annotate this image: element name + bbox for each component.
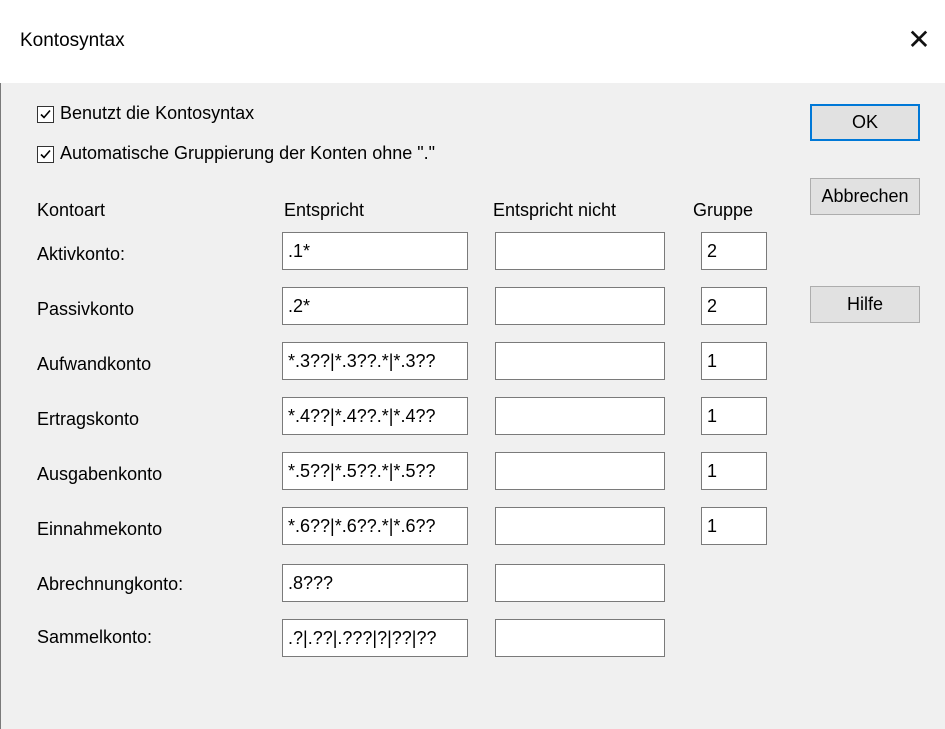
window-border — [0, 83, 1, 729]
no-match-field-sammelkonto[interactable] — [495, 619, 665, 657]
row-label-sammelkonto: Sammelkonto: — [37, 627, 153, 647]
header-match: Entspricht — [284, 200, 365, 220]
row-label-passivkonto: Passivkonto — [37, 299, 135, 319]
header-no-match: Entspricht nicht — [493, 200, 617, 220]
ok-button[interactable]: OK — [810, 104, 920, 141]
match-field-aufwandkonto[interactable]: *.3??|*.3??.*|*.3?? — [282, 342, 468, 380]
close-button[interactable]: ✕ — [893, 14, 945, 66]
checkmark-icon — [40, 109, 51, 119]
match-field-abrechnungkonto[interactable]: .8??? — [282, 564, 468, 602]
window-title: Kontosyntax — [20, 30, 125, 51]
no-match-field-passivkonto[interactable] — [495, 287, 665, 325]
match-field-einnahmekonto[interactable]: *.6??|*.6??.*|*.6?? — [282, 507, 468, 545]
use-syntax-label: Benutzt die Kontosyntax — [60, 103, 255, 123]
group-field-aufwandkonto[interactable]: 1 — [701, 342, 767, 380]
close-icon: ✕ — [907, 24, 931, 55]
cancel-button[interactable]: Abbrechen — [810, 178, 920, 215]
header-group: Gruppe — [693, 200, 754, 220]
row-label-aktivkonto: Aktivkonto: — [37, 244, 126, 264]
row-label-einnahmekonto: Einnahmekonto — [37, 519, 163, 539]
no-match-field-aktivkonto[interactable] — [495, 232, 665, 270]
no-match-field-ausgabenkonto[interactable] — [495, 452, 665, 490]
group-field-passivkonto[interactable]: 2 — [701, 287, 767, 325]
match-field-ausgabenkonto[interactable]: *.5??|*.5??.*|*.5?? — [282, 452, 468, 490]
group-field-ertragskonto[interactable]: 1 — [701, 397, 767, 435]
match-field-aktivkonto[interactable]: .1* — [282, 232, 468, 270]
group-field-einnahmekonto[interactable]: 1 — [701, 507, 767, 545]
row-label-ausgabenkonto: Ausgabenkonto — [37, 464, 163, 484]
match-field-sammelkonto[interactable]: .?|.??|.???|?|??|?? — [282, 619, 468, 657]
auto-group-label: Automatische Gruppierung der Konten ohne… — [60, 143, 436, 163]
no-match-field-ertragskonto[interactable] — [495, 397, 665, 435]
group-field-ausgabenkonto[interactable]: 1 — [701, 452, 767, 490]
help-button[interactable]: Hilfe — [810, 286, 920, 323]
checkmark-icon — [40, 149, 51, 159]
use-syntax-checkbox[interactable] — [37, 106, 54, 123]
match-field-passivkonto[interactable]: .2* — [282, 287, 468, 325]
auto-group-checkbox[interactable] — [37, 146, 54, 163]
match-field-ertragskonto[interactable]: *.4??|*.4??.*|*.4?? — [282, 397, 468, 435]
no-match-field-aufwandkonto[interactable] — [495, 342, 665, 380]
group-field-aktivkonto[interactable]: 2 — [701, 232, 767, 270]
title-bar: Kontosyntax ✕ — [0, 0, 945, 83]
no-match-field-einnahmekonto[interactable] — [495, 507, 665, 545]
row-label-ertragskonto: Ertragskonto — [37, 409, 140, 429]
header-account-type: Kontoart — [37, 200, 106, 220]
no-match-field-abrechnungkonto[interactable] — [495, 564, 665, 602]
row-label-aufwandkonto: Aufwandkonto — [37, 354, 152, 374]
row-label-abrechnungkonto: Abrechnungkonto: — [37, 574, 184, 594]
